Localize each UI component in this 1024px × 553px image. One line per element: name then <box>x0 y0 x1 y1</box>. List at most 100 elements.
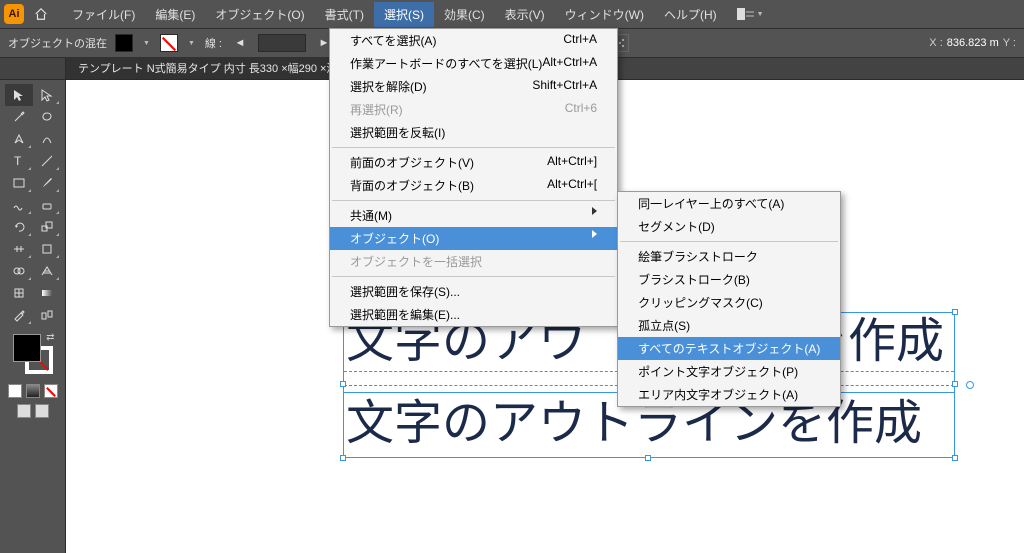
submenu-item-label: 同一レイヤー上のすべて(A) <box>638 195 784 212</box>
menu-item[interactable]: 背面のオブジェクト(B)Alt+Ctrl+[ <box>330 174 617 197</box>
menu-item[interactable]: 選択範囲を編集(E)... <box>330 303 617 326</box>
magic-wand-tool[interactable] <box>5 106 33 128</box>
menu-表示[interactable]: 表示(V) <box>495 2 555 27</box>
menu-item[interactable]: 選択範囲を保存(S)... <box>330 280 617 303</box>
shape-builder-tool[interactable] <box>5 260 33 282</box>
toolbox: T <box>0 80 66 553</box>
submenu-item[interactable]: 絵筆ブラシストローク <box>618 245 840 268</box>
menu-item[interactable]: オブジェクト(O) <box>330 227 617 250</box>
color-mode-none[interactable] <box>44 384 58 398</box>
free-transform-tool[interactable] <box>33 238 61 260</box>
type-tool[interactable]: T <box>5 150 33 172</box>
coord-x-value: 836.823 m <box>947 37 999 49</box>
screen-mode-selector <box>17 404 49 418</box>
document-title: テンプレート N式簡易タイプ 内寸 長330 ×幅290 ×深150 B <box>78 63 366 75</box>
handle[interactable] <box>952 309 958 315</box>
home-icon[interactable] <box>32 5 50 23</box>
swap-fill-stroke-icon[interactable]: ⇄ <box>46 332 54 343</box>
handle[interactable] <box>340 381 346 387</box>
panel-toggle-icon[interactable]: ▼ <box>737 8 766 20</box>
handle[interactable] <box>340 455 346 461</box>
fill-swatch[interactable] <box>115 34 133 52</box>
curvature-tool[interactable] <box>33 128 61 150</box>
coord-y-label: Y : <box>1003 37 1016 49</box>
menu-item-label: 共通(M) <box>350 207 392 224</box>
menu-item[interactable]: 共通(M) <box>330 204 617 227</box>
chevron-down-icon[interactable]: ▼ <box>141 40 152 47</box>
menu-オブジェクト[interactable]: オブジェクト(O) <box>205 2 314 27</box>
toolbox-header <box>0 58 66 79</box>
selection-tool[interactable] <box>5 84 33 106</box>
submenu-item[interactable]: クリッピングマスク(C) <box>618 291 840 314</box>
stroke-swatch[interactable] <box>160 34 178 52</box>
menu-item-label: 選択範囲を編集(E)... <box>350 306 460 323</box>
separator <box>332 147 615 148</box>
handle[interactable] <box>952 381 958 387</box>
scale-tool[interactable] <box>33 216 61 238</box>
submenu-item[interactable]: エリア内文字オブジェクト(A) <box>618 383 840 406</box>
menu-item-label: オブジェクトを一括選択 <box>350 253 482 270</box>
menu-item[interactable]: すべてを選択(A)Ctrl+A <box>330 29 617 52</box>
menu-shortcut: Alt+Ctrl+] <box>547 154 597 171</box>
chevron-down-icon: ▼ <box>755 11 766 18</box>
submenu-item-label: ブラシストローク(B) <box>638 271 750 288</box>
separator <box>332 276 615 277</box>
menu-shortcut: Ctrl+A <box>563 32 597 49</box>
menu-ウィンドウ[interactable]: ウィンドウ(W) <box>555 2 654 27</box>
submenu-item[interactable]: セグメント(D) <box>618 215 840 238</box>
menu-選択[interactable]: 選択(S) <box>374 2 434 27</box>
color-mode-solid[interactable] <box>8 384 22 398</box>
chevron-down-icon[interactable]: ▼ <box>186 40 197 47</box>
submenu-item-label: セグメント(D) <box>638 218 715 235</box>
fill-stroke-control[interactable]: ⇄ <box>11 332 55 376</box>
lasso-tool[interactable] <box>33 106 61 128</box>
handle[interactable] <box>952 455 958 461</box>
menu-item[interactable]: 作業アートボードのすべてを選択(L)Alt+Ctrl+A <box>330 52 617 75</box>
coord-x-label: X : <box>929 37 942 49</box>
submenu-item-label: ポイント文字オブジェクト(P) <box>638 363 798 380</box>
shaper-tool[interactable] <box>5 194 33 216</box>
screen-mode-normal[interactable] <box>17 404 31 418</box>
paintbrush-tool[interactable] <box>33 172 61 194</box>
menu-書式[interactable]: 書式(T) <box>315 2 374 27</box>
rotate-handle[interactable] <box>966 381 974 389</box>
rectangle-tool[interactable] <box>5 172 33 194</box>
submenu-item[interactable]: すべてのテキストオブジェクト(A) <box>618 337 840 360</box>
menu-item[interactable]: 選択範囲を反転(I) <box>330 121 617 144</box>
submenu-item[interactable]: ポイント文字オブジェクト(P) <box>618 360 840 383</box>
submenu-item[interactable]: ブラシストローク(B) <box>618 268 840 291</box>
menu-item: 再選択(R)Ctrl+6 <box>330 98 617 121</box>
line-tool[interactable] <box>33 150 61 172</box>
pen-tool[interactable] <box>5 128 33 150</box>
blend-tool[interactable] <box>33 304 61 326</box>
menu-item[interactable]: 選択を解除(D)Shift+Ctrl+A <box>330 75 617 98</box>
menu-item-label: 選択範囲を保存(S)... <box>350 283 460 300</box>
rotate-tool[interactable] <box>5 216 33 238</box>
menu-ヘルプ[interactable]: ヘルプ(H) <box>654 2 727 27</box>
menu-item[interactable]: 前面のオブジェクト(V) Alt+Ctrl+] <box>330 151 617 174</box>
menu-ファイル[interactable]: ファイル(F) <box>62 2 145 27</box>
menu-item: オブジェクトを一括選択 <box>330 250 617 273</box>
mesh-tool[interactable] <box>5 282 33 304</box>
submenu-item-label: すべてのテキストオブジェクト(A) <box>638 340 820 357</box>
submenu-item[interactable]: 同一レイヤー上のすべて(A) <box>618 192 840 215</box>
screen-mode-full[interactable] <box>35 404 49 418</box>
fill-color[interactable] <box>13 334 41 362</box>
menu-shortcut: Alt+Ctrl+A <box>542 55 597 72</box>
submenu-item[interactable]: 孤立点(S) <box>618 314 840 337</box>
app-logo-icon: Ai <box>4 4 24 24</box>
handle[interactable] <box>645 455 651 461</box>
direct-selection-tool[interactable] <box>33 84 61 106</box>
text-object[interactable]: 文字のアウトラインを作成 <box>346 400 922 448</box>
gradient-tool[interactable] <box>33 282 61 304</box>
menu-効果[interactable]: 効果(C) <box>434 2 495 27</box>
perspective-grid-tool[interactable] <box>33 260 61 282</box>
eraser-tool[interactable] <box>33 194 61 216</box>
decrease-icon[interactable]: ◄ <box>230 33 250 53</box>
eyedropper-tool[interactable] <box>5 304 33 326</box>
stroke-width-field[interactable] <box>258 34 306 52</box>
menu-編集[interactable]: 編集(E) <box>145 2 205 27</box>
width-tool[interactable] <box>5 238 33 260</box>
menu-item-label: 前面のオブジェクト(V) <box>350 154 474 171</box>
color-mode-gradient[interactable] <box>26 384 40 398</box>
